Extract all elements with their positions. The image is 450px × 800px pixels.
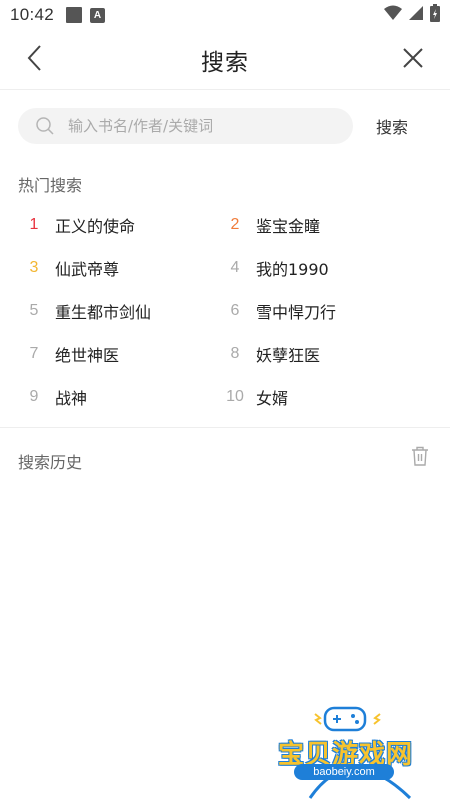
hot-rank: 9 — [29, 387, 39, 405]
hot-name: 女婿 — [256, 388, 289, 408]
hot-search-title: 热门搜索 — [18, 176, 83, 195]
chevron-left-icon — [25, 44, 45, 76]
hot-item[interactable]: 9 战神 — [24, 375, 87, 418]
hot-item[interactable]: 2 鉴宝金瞳 — [225, 203, 320, 246]
close-icon — [402, 47, 424, 73]
hot-item[interactable]: 6 雪中悍刀行 — [225, 289, 336, 332]
hot-name: 重生都市剑仙 — [55, 302, 152, 322]
hot-rank: 4 — [230, 258, 240, 276]
wifi-icon — [384, 5, 402, 26]
hot-item[interactable]: 10 女婿 — [225, 375, 288, 418]
signal-icon — [408, 5, 424, 26]
status-time: 10:42 — [10, 5, 55, 24]
hot-item[interactable]: 1 正义的使命 — [24, 203, 135, 246]
battery-charging-icon — [430, 3, 440, 27]
status-bar: 10:42 A — [0, 0, 450, 30]
hot-name: 绝世神医 — [55, 345, 120, 365]
search-box[interactable] — [18, 108, 353, 144]
hot-item[interactable]: 3 仙武帝尊 — [24, 246, 119, 289]
status-right-icons — [384, 3, 440, 27]
hot-rank: 6 — [230, 301, 240, 319]
hot-name: 战神 — [55, 388, 88, 408]
hot-rank: 10 — [226, 387, 244, 405]
hot-name: 我的1990 — [256, 259, 329, 279]
history-title: 搜索历史 — [18, 453, 83, 472]
hot-item[interactable]: 8 妖孽狂医 — [225, 332, 320, 375]
section-divider — [0, 427, 450, 428]
hot-rank: 3 — [29, 258, 39, 276]
search-row: 搜索 — [0, 108, 450, 144]
page-title: 搜索 — [201, 50, 249, 76]
hot-rank: 5 — [29, 301, 39, 319]
hot-name: 正义的使命 — [55, 216, 136, 236]
hot-rank: 1 — [29, 215, 39, 233]
hot-name: 妖孽狂医 — [256, 345, 321, 365]
hot-name: 鉴宝金瞳 — [256, 216, 321, 236]
hot-rank: 7 — [29, 344, 39, 362]
search-button[interactable]: 搜索 — [366, 108, 418, 144]
hot-name: 雪中悍刀行 — [256, 302, 337, 322]
trash-icon — [411, 446, 429, 470]
close-button[interactable] — [396, 43, 430, 77]
search-input[interactable] — [68, 117, 318, 135]
notification-square-icon — [66, 7, 83, 23]
back-button[interactable] — [18, 43, 52, 77]
watermark-url: baobeiy.com — [294, 764, 394, 780]
hot-item[interactable]: 5 重生都市剑仙 — [24, 289, 151, 332]
hot-rank: 2 — [230, 215, 240, 233]
watermark-logo: 宝贝游戏网 baobeiy.com — [270, 700, 430, 800]
hot-rank: 8 — [230, 344, 240, 362]
nav-bar: 搜索 — [0, 30, 450, 90]
nav-divider — [0, 89, 450, 90]
hot-name: 仙武帝尊 — [55, 259, 120, 279]
clear-history-button[interactable] — [408, 446, 432, 470]
search-icon — [34, 115, 56, 137]
hot-item[interactable]: 4 我的1990 — [225, 246, 329, 289]
hot-item[interactable]: 7 绝世神医 — [24, 332, 119, 375]
a-app-icon: A — [90, 7, 106, 23]
